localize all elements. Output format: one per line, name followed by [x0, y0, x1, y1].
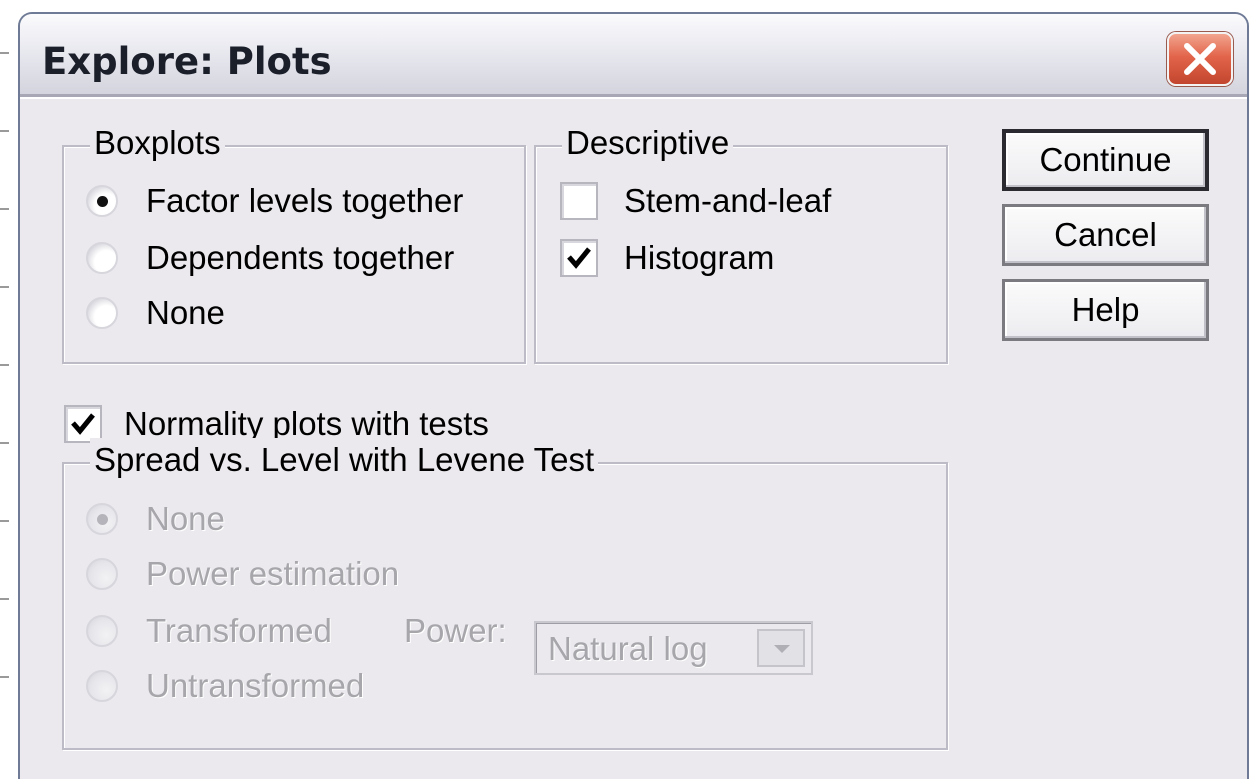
- checkmark-icon: [567, 247, 591, 269]
- radio-spread-none[interactable]: [86, 503, 118, 535]
- power-select-dropdown-button[interactable]: [757, 629, 805, 667]
- continue-button[interactable]: Continue: [1002, 129, 1209, 191]
- explore-plots-dialog: Explore: Plots Boxplots Factor levels to…: [18, 12, 1249, 779]
- checkbox-histogram[interactable]: [560, 239, 598, 277]
- power-select-value: Natural log: [548, 630, 708, 667]
- checkbox-stem-and-leaf[interactable]: [560, 182, 598, 220]
- window-title: Explore: Plots: [42, 40, 332, 83]
- descriptive-group-label: Descriptive: [562, 121, 734, 165]
- radio-dependents-together-label[interactable]: Dependents together: [146, 238, 454, 278]
- help-button[interactable]: Help: [1002, 279, 1209, 341]
- radio-untransformed-label[interactable]: Untransformed: [146, 666, 364, 706]
- dialog-content: Boxplots Factor levels together Dependen…: [20, 97, 1247, 779]
- spread-vs-level-group-label: Spread vs. Level with Levene Test: [90, 438, 599, 482]
- spread-vs-level-group: Spread vs. Level with Levene Test None P…: [62, 438, 948, 750]
- background-tick-marks: [0, 0, 14, 779]
- chevron-down-icon: [774, 645, 790, 653]
- radio-untransformed[interactable]: [86, 670, 118, 702]
- cancel-button[interactable]: Cancel: [1002, 204, 1209, 266]
- boxplots-group-label: Boxplots: [90, 121, 225, 165]
- title-bar[interactable]: Explore: Plots: [20, 14, 1247, 97]
- radio-power-estimation-label[interactable]: Power estimation: [146, 554, 399, 594]
- checkmark-icon: [71, 413, 95, 435]
- radio-boxplots-none[interactable]: [86, 297, 118, 329]
- radio-factor-levels-together[interactable]: [86, 185, 118, 217]
- power-label: Power:: [404, 612, 507, 649]
- close-button[interactable]: [1167, 32, 1233, 86]
- power-select[interactable]: Natural log: [534, 621, 813, 675]
- checkbox-stem-and-leaf-label[interactable]: Stem-and-leaf: [624, 181, 831, 221]
- radio-transformed-label[interactable]: Transformed: [146, 611, 332, 651]
- close-icon: [1184, 43, 1216, 75]
- radio-boxplots-none-label[interactable]: None: [146, 293, 225, 333]
- radio-transformed[interactable]: [86, 615, 118, 647]
- descriptive-group: Descriptive Stem-and-leaf Histogram: [534, 121, 948, 364]
- radio-factor-levels-together-label[interactable]: Factor levels together: [146, 181, 463, 221]
- boxplots-group: Boxplots Factor levels together Dependen…: [62, 121, 526, 364]
- radio-dependents-together[interactable]: [86, 242, 118, 274]
- checkbox-histogram-label[interactable]: Histogram: [624, 238, 774, 278]
- radio-spread-none-label[interactable]: None: [146, 499, 225, 539]
- radio-power-estimation[interactable]: [86, 558, 118, 590]
